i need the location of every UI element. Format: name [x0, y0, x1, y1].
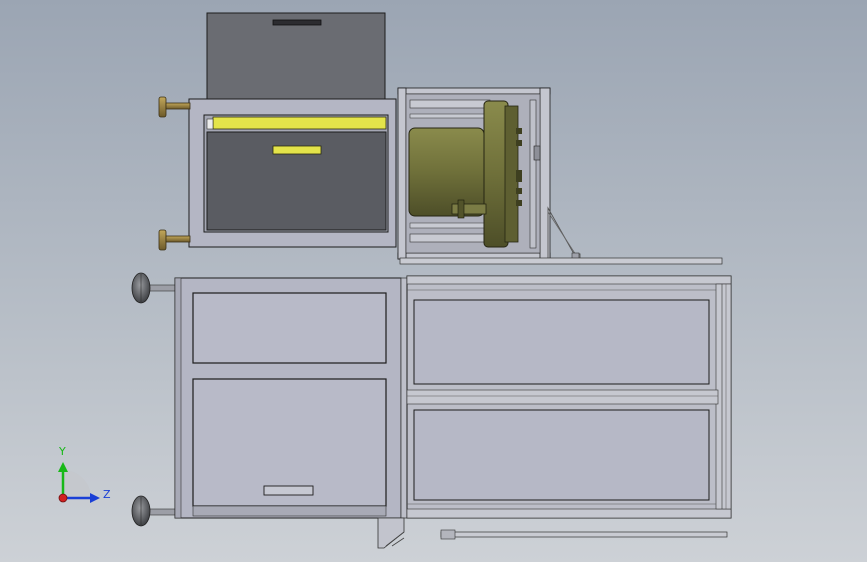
y-axis-label: Y — [58, 445, 66, 458]
upper-drawer-top-bar — [212, 116, 387, 130]
lower-bottom-drawer-handle[interactable] — [263, 485, 314, 496]
z-axis-label: Z — [103, 488, 111, 501]
z-axis-arrowhead — [90, 493, 100, 503]
caster-wheel-bottom-left[interactable] — [131, 495, 177, 527]
cad-model-view[interactable]: Y Z — [0, 0, 867, 562]
discharge-chute[interactable] — [377, 517, 405, 549]
upper-base-rail — [399, 257, 723, 265]
adjustable-foot-top-left[interactable] — [158, 96, 191, 118]
upper-lid-panel[interactable] — [206, 12, 386, 100]
drawer-side-tab — [206, 118, 214, 130]
upper-assembly[interactable] — [158, 12, 723, 265]
caster-wheel-top-left[interactable] — [131, 272, 177, 304]
bin-lower-compartment[interactable] — [413, 409, 710, 501]
triad-origin — [58, 493, 68, 503]
cabinet-left-edge — [174, 277, 182, 519]
cad-graphics-area[interactable]: Y Z — [0, 0, 867, 562]
rail-end-cap — [440, 529, 456, 540]
lid-slot — [272, 19, 322, 26]
lower-top-drawer[interactable] — [192, 292, 387, 364]
coordinate-triad[interactable]: Y Z — [58, 445, 111, 503]
center-divider-post — [400, 277, 408, 519]
adjustable-foot-bottom-left[interactable] — [158, 229, 191, 251]
bin-upper-compartment[interactable] — [413, 299, 710, 385]
upper-drawer-handle[interactable] — [272, 145, 322, 155]
triad-quadrant-fill — [63, 470, 91, 498]
lower-assembly[interactable] — [131, 272, 732, 549]
cabinet-kick-plate — [192, 505, 387, 517]
lower-base-rail — [440, 531, 728, 538]
y-axis-arrowhead — [58, 462, 68, 472]
